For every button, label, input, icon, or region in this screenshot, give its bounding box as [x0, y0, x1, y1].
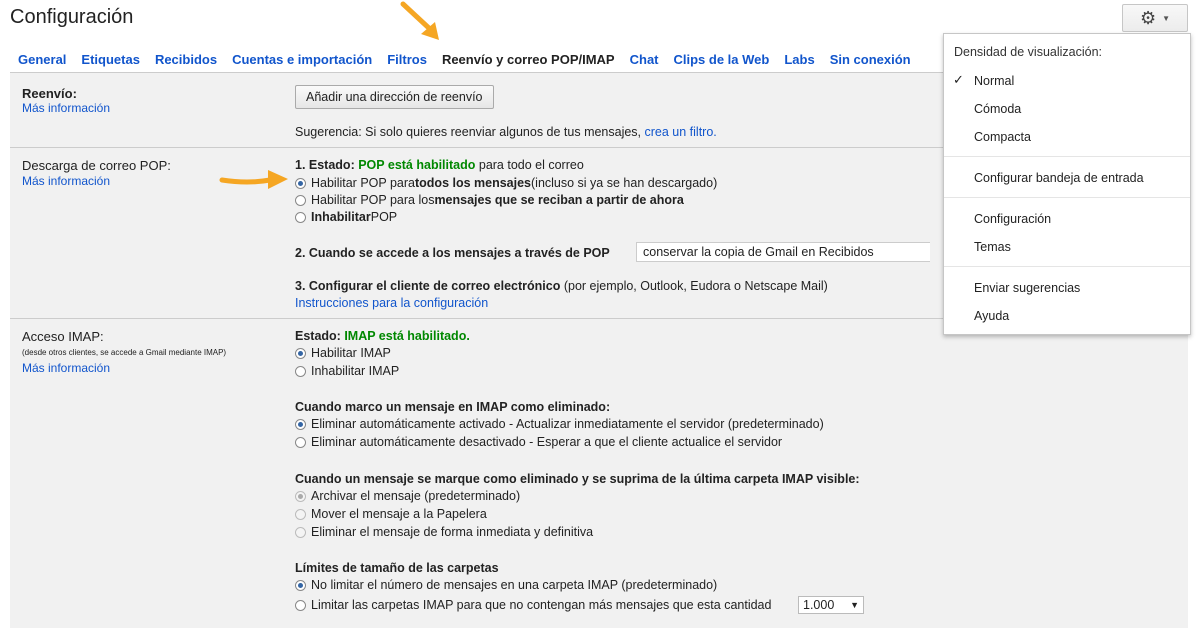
radio-button[interactable] [295, 177, 306, 189]
menu-density-compact[interactable]: Compacta [974, 130, 1031, 144]
imap-no-limit-option[interactable]: No limitar el número de mensajes en una … [295, 578, 717, 592]
radio-button[interactable] [295, 347, 306, 359]
imap-label: Acceso IMAP: [22, 329, 104, 344]
pop-status-prefix: 1. Estado: [295, 158, 359, 172]
annotation-arrow-icon [400, 1, 439, 40]
settings-tabs: General Etiquetas Recibidos Cuentas e im… [18, 52, 926, 72]
pop-access-select[interactable]: conservar la copia de Gmail en Recibidos [636, 242, 930, 262]
pop-client-note: (por ejemplo, Outlook, Eudora o Netscape… [560, 279, 828, 293]
pop-more-info-link[interactable]: Más información [22, 174, 110, 188]
imap-enable-option[interactable]: Habilitar IMAP [295, 346, 391, 360]
imap-limits-heading: Límites de tamaño de las carpetas [295, 561, 499, 575]
create-filter-link[interactable]: crea un filtro. [645, 125, 717, 139]
annotation-arrow-icon [219, 170, 288, 189]
imap-status-prefix: Estado: [295, 329, 345, 343]
pop-option-from-now[interactable]: Habilitar POP para los mensajes que se r… [295, 193, 684, 207]
imap-delete-forever-option[interactable]: Eliminar el mensaje de forma inmediata y… [295, 525, 593, 539]
menu-separator [944, 266, 1190, 267]
imap-more-info-link[interactable]: Más información [22, 361, 110, 375]
menu-help[interactable]: Ayuda [974, 309, 1009, 323]
menu-send-feedback[interactable]: Enviar sugerencias [974, 281, 1080, 295]
pop-status-suffix: para todo el correo [475, 158, 584, 172]
radio-button[interactable] [295, 211, 306, 223]
tab-inbox[interactable]: Recibidos [155, 52, 217, 72]
imap-note: (desde otros clientes, se accede a Gmail… [22, 348, 227, 357]
tab-labs[interactable]: Labs [784, 52, 814, 72]
radio-button[interactable] [295, 579, 306, 591]
radio-button[interactable] [295, 194, 306, 206]
imap-limit-option[interactable]: Limitar las carpetas IMAP para que no co… [295, 598, 771, 612]
radio-button[interactable] [295, 508, 306, 520]
radio-button[interactable] [295, 599, 306, 611]
radio-button[interactable] [295, 365, 306, 377]
imap-deleted-heading: Cuando marco un mensaje en IMAP como eli… [295, 400, 611, 414]
imap-archive-option[interactable]: Archivar el mensaje (predeterminado) [295, 489, 520, 503]
page-title: Configuración [10, 6, 134, 28]
menu-separator [944, 197, 1190, 198]
chevron-down-icon: ▼ [850, 600, 859, 610]
imap-limit-select[interactable]: 1.000 ▼ [798, 596, 864, 614]
imap-status-value: IMAP está habilitado. [344, 329, 470, 343]
radio-button[interactable] [295, 436, 306, 448]
forwarding-tip: Sugerencia: Si solo quieres reenviar alg… [295, 125, 645, 139]
gear-icon: ⚙ [1139, 8, 1157, 28]
tab-filters[interactable]: Filtros [387, 52, 427, 72]
display-density-heading: Densidad de visualización: [954, 45, 1103, 59]
settings-dropdown-menu: Densidad de visualización: ✓ Normal Cómo… [943, 33, 1191, 335]
imap-trash-option[interactable]: Mover el mensaje a la Papelera [295, 507, 487, 521]
pop-option-disable[interactable]: Inhabilitar POP [295, 210, 397, 224]
pop-option-all[interactable]: Habilitar POP para todos los mensajes (i… [295, 176, 717, 190]
imap-auto-expunge-off[interactable]: Eliminar automáticamente desactivado - E… [295, 435, 782, 449]
pop-label: Descarga de correo POP: [22, 158, 171, 173]
menu-configure-inbox[interactable]: Configurar bandeja de entrada [974, 171, 1144, 185]
pop-client-heading: 3. Configurar el cliente de correo elect… [295, 279, 561, 293]
settings-gear-button[interactable]: ⚙ ▼ [1122, 4, 1188, 32]
checkmark-icon: ✓ [953, 72, 964, 87]
tab-accounts[interactable]: Cuentas e importación [232, 52, 372, 72]
tab-general[interactable]: General [18, 52, 66, 72]
chevron-down-icon: ▼ [1162, 13, 1171, 23]
tab-chat[interactable]: Chat [630, 52, 659, 72]
radio-button[interactable] [295, 418, 306, 430]
tab-web-clips[interactable]: Clips de la Web [674, 52, 770, 72]
tab-labels[interactable]: Etiquetas [81, 52, 140, 72]
imap-disable-option[interactable]: Inhabilitar IMAP [295, 364, 399, 378]
pop-access-label: 2. Cuando se accede a los mensajes a tra… [295, 246, 610, 260]
menu-separator [944, 156, 1190, 157]
menu-density-normal[interactable]: Normal [974, 74, 1014, 88]
pop-setup-instructions-link[interactable]: Instrucciones para la configuración [295, 296, 488, 310]
imap-auto-expunge-on[interactable]: Eliminar automáticamente activado - Actu… [295, 417, 824, 431]
menu-density-comfortable[interactable]: Cómoda [974, 102, 1021, 116]
radio-button[interactable] [295, 490, 306, 502]
tab-offline[interactable]: Sin conexión [830, 52, 911, 72]
menu-settings[interactable]: Configuración [974, 212, 1051, 226]
forwarding-label: Reenvío: [22, 86, 77, 101]
pop-status-value: POP está habilitado [358, 158, 476, 172]
forwarding-more-info-link[interactable]: Más información [22, 101, 110, 115]
add-forwarding-address-button[interactable]: Añadir una dirección de reenvío [295, 85, 494, 109]
menu-themes[interactable]: Temas [974, 240, 1011, 254]
imap-expunge-heading: Cuando un mensaje se marque como elimina… [295, 472, 860, 486]
radio-button[interactable] [295, 526, 306, 538]
tab-forwarding-pop-imap[interactable]: Reenvío y correo POP/IMAP [441, 52, 615, 72]
